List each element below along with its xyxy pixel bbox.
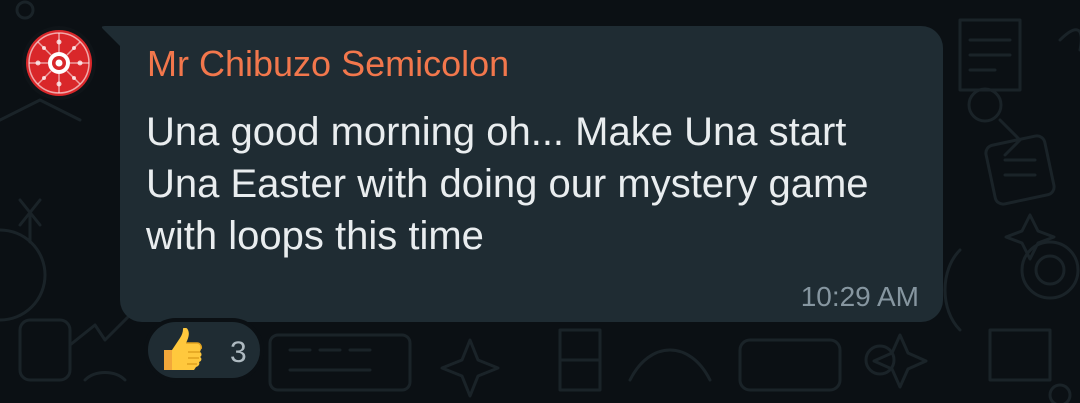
message-timestamp: 10:29 AM (800, 281, 919, 312)
thumbs-up-icon (164, 328, 202, 370)
reaction-pill[interactable]: 3 (144, 318, 264, 382)
bubble-tail (101, 26, 122, 48)
sender-name[interactable]: Mr Chibuzo Semicolon (147, 43, 509, 85)
message-bubble[interactable]: Mr Chibuzo Semicolon Una good morning oh… (120, 26, 943, 322)
message-text: Una good morning oh... Make Una start Un… (146, 110, 869, 258)
reaction-count: 3 (230, 336, 247, 369)
sender-avatar[interactable] (22, 26, 96, 100)
